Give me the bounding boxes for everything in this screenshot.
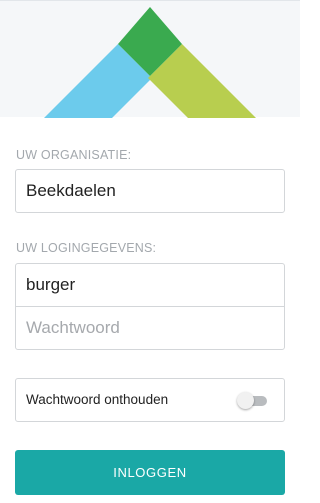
toggle-thumb	[237, 392, 254, 409]
credentials-field-box	[15, 263, 285, 350]
remember-password-row[interactable]: Wachtwoord onthouden	[15, 378, 285, 422]
login-button[interactable]: INLOGGEN	[15, 450, 285, 495]
organization-input[interactable]	[16, 170, 284, 212]
organization-label: UW ORGANISATIE:	[16, 148, 132, 162]
remember-password-toggle[interactable]	[237, 392, 267, 409]
header-banner	[0, 0, 300, 118]
login-screen: UW ORGANISATIE: UW LOGINGEGEVENS: Wachtw…	[0, 0, 300, 503]
credentials-label: UW LOGINGEGEVENS:	[16, 241, 157, 255]
password-input[interactable]	[16, 307, 284, 349]
organization-field-box	[15, 169, 285, 213]
remember-password-label: Wachtwoord onthouden	[26, 392, 169, 407]
username-input[interactable]	[16, 264, 284, 306]
logo-graphic	[44, 7, 256, 118]
